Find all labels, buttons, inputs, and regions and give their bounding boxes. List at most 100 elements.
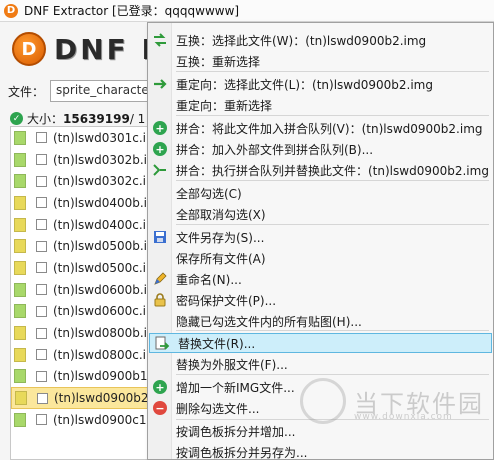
list-item[interactable]: (tn)lswd0500b.im: [11, 235, 149, 257]
menu-item-label: 拼合：执行拼合队列并替换此文件：(tn)lswd0900b2.img: [176, 163, 489, 178]
menu-item[interactable]: 全部取消勾选(X): [148, 204, 493, 224]
app-logo: D DNF E: [12, 32, 164, 66]
file-name: (tn)lswd0500c.im: [53, 260, 150, 275]
img-file-list[interactable]: (tn)lswd0301c.im (tn)lswd0302b.im (tn)lswd…: [10, 126, 150, 460]
menu-item[interactable]: − 删除勾选文件...: [148, 398, 493, 418]
img-file-icon: [14, 326, 26, 341]
menu-item-label: 增加一个新IMG文件...: [176, 380, 295, 395]
file-name: (tn)lswd0900c1.: [53, 412, 150, 427]
menu-item[interactable]: 保存所有文件(A): [148, 248, 493, 268]
img-file-icon: [15, 391, 27, 406]
row-checkbox[interactable]: [36, 240, 47, 252]
file-name: (tn)lswd0800c.im: [53, 347, 150, 362]
row-checkbox[interactable]: [36, 219, 47, 231]
row-checkbox[interactable]: [36, 305, 47, 317]
list-item[interactable]: (tn)lswd0301c.im: [11, 127, 149, 149]
plus-circle-icon: +: [152, 379, 168, 395]
row-checkbox[interactable]: [36, 370, 47, 382]
menu-item[interactable]: 密码保护文件(P)...: [148, 290, 493, 310]
menu-item[interactable]: 互换：重新选择: [148, 51, 493, 71]
img-file-icon: [14, 347, 26, 362]
menu-item-label: 保存所有文件(A): [176, 251, 266, 266]
menu-item[interactable]: 互换：选择此文件(W)：(tn)lswd0900b2.img: [148, 30, 493, 50]
file-name: (tn)lswd0302b.im: [53, 152, 150, 167]
menu-separator: [176, 71, 489, 72]
file-name: (tn)lswd0302c.im: [53, 174, 150, 189]
menu-item[interactable]: 按调色板拆分并另存为...: [148, 442, 493, 460]
file-row: 文件： sprite_character: [8, 80, 161, 102]
img-file-icon: [14, 152, 26, 167]
plus-circle-icon: +: [152, 120, 168, 136]
menu-item-label: 重命名(N)...: [176, 272, 242, 287]
row-checkbox[interactable]: [36, 175, 47, 187]
row-checkbox[interactable]: [36, 327, 47, 339]
row-checkbox[interactable]: [36, 197, 47, 209]
lock-icon: [152, 292, 168, 308]
menu-item-label: 隐藏已勾选文件内的所有贴图(H)...: [176, 314, 362, 329]
row-checkbox[interactable]: [36, 414, 47, 426]
plus-circle-icon: +: [152, 141, 168, 157]
list-item[interactable]: (tn)lswd0302b.im: [11, 149, 149, 171]
menu-item[interactable]: + 增加一个新IMG文件...: [148, 377, 493, 397]
menu-item[interactable]: 替换为外服文件(F)...: [148, 354, 493, 374]
menu-item-label: 互换：重新选择: [176, 54, 261, 69]
img-file-icon: [14, 282, 26, 297]
img-file-icon: [14, 239, 26, 254]
menu-item[interactable]: 拼合：执行拼合队列并替换此文件：(tn)lswd0900b2.img: [148, 160, 493, 180]
list-item[interactable]: (tn)lswd0800b.im: [11, 322, 149, 344]
row-checkbox[interactable]: [36, 262, 47, 274]
row-checkbox[interactable]: [36, 132, 47, 144]
size-value: 15639199: [63, 111, 130, 126]
menu-item[interactable]: + 拼合：将此文件加入拼合队列(V)：(tn)lswd0900b2.img: [148, 118, 493, 138]
file-label: 文件：: [8, 84, 45, 99]
row-checkbox[interactable]: [37, 392, 48, 404]
menu-separator: [176, 419, 489, 420]
row-checkbox[interactable]: [36, 349, 47, 361]
menu-item[interactable]: 按调色板拆分并增加...: [148, 421, 493, 441]
list-item[interactable]: (tn)lswd0302c.im: [11, 170, 149, 192]
list-item[interactable]: (tn)lswd0900c1.: [11, 409, 149, 431]
menu-item-label: 拼合：将此文件加入拼合队列(V)：(tn)lswd0900b2.img: [176, 121, 483, 136]
app-icon: D: [4, 3, 18, 18]
size-label: 大小：: [27, 112, 64, 126]
redirect-arrow-icon: [152, 76, 168, 92]
menu-item[interactable]: 文件另存为(S)...: [148, 227, 493, 247]
window-title: DNF Extractor [已登录：qqqqwwww]: [24, 4, 240, 18]
menu-item[interactable]: 重定向：选择此文件(L)：(tn)lswd0900b2.img: [148, 74, 493, 94]
menu-separator: [176, 374, 489, 375]
swap-icon: [152, 32, 168, 48]
list-item[interactable]: (tn)lswd0900b2.: [11, 387, 149, 409]
file-name: (tn)lswd0400b.im: [53, 195, 150, 210]
menu-item-label: 文件另存为(S)...: [176, 230, 265, 245]
title-bar: D DNF Extractor [已登录：qqqqwwww]: [0, 0, 494, 22]
img-file-icon: [14, 217, 26, 232]
list-item[interactable]: (tn)lswd0800c.im: [11, 344, 149, 366]
replace-file-icon: [154, 336, 170, 352]
menu-item[interactable]: 全部勾选(C): [148, 183, 493, 203]
context-menu: 互换：选择此文件(W)：(tn)lswd0900b2.img 互换：重新选择重定向…: [147, 22, 494, 460]
img-file-icon: [14, 304, 26, 319]
list-item[interactable]: (tn)lswd0400b.im: [11, 192, 149, 214]
menu-item-label: 全部勾选(C): [176, 186, 242, 201]
file-name: (tn)lswd0500b.im: [53, 239, 150, 254]
img-file-icon: [14, 130, 26, 145]
menu-item[interactable]: 重定向：重新选择: [148, 95, 493, 115]
list-item[interactable]: (tn)lswd0400c.im: [11, 214, 149, 236]
file-name: (tn)lswd0400c.im: [53, 217, 150, 232]
row-checkbox[interactable]: [36, 154, 47, 166]
menu-item-label: 拼合：加入外部文件到拼合队列(B)...: [176, 142, 374, 157]
menu-item[interactable]: 隐藏已勾选文件内的所有贴图(H)...: [148, 311, 493, 331]
file-path-input[interactable]: sprite_character: [50, 80, 161, 102]
list-item[interactable]: (tn)lswd0500c.im: [11, 257, 149, 279]
menu-separator: [176, 180, 489, 181]
list-item[interactable]: (tn)lswd0600c.im: [11, 301, 149, 323]
file-name: (tn)lswd0900b2.: [54, 391, 150, 406]
menu-item[interactable]: 替换文件(R)...: [149, 333, 492, 353]
menu-item-label: 按调色板拆分并增加...: [176, 424, 296, 439]
list-item[interactable]: (tn)lswd0600b.im: [11, 279, 149, 301]
menu-item[interactable]: 重命名(N)...: [148, 269, 493, 289]
menu-item[interactable]: + 拼合：加入外部文件到拼合队列(B)...: [148, 139, 493, 159]
minus-circle-icon: −: [152, 400, 168, 416]
list-item[interactable]: (tn)lswd0900b1.: [11, 366, 149, 388]
row-checkbox[interactable]: [36, 284, 47, 296]
